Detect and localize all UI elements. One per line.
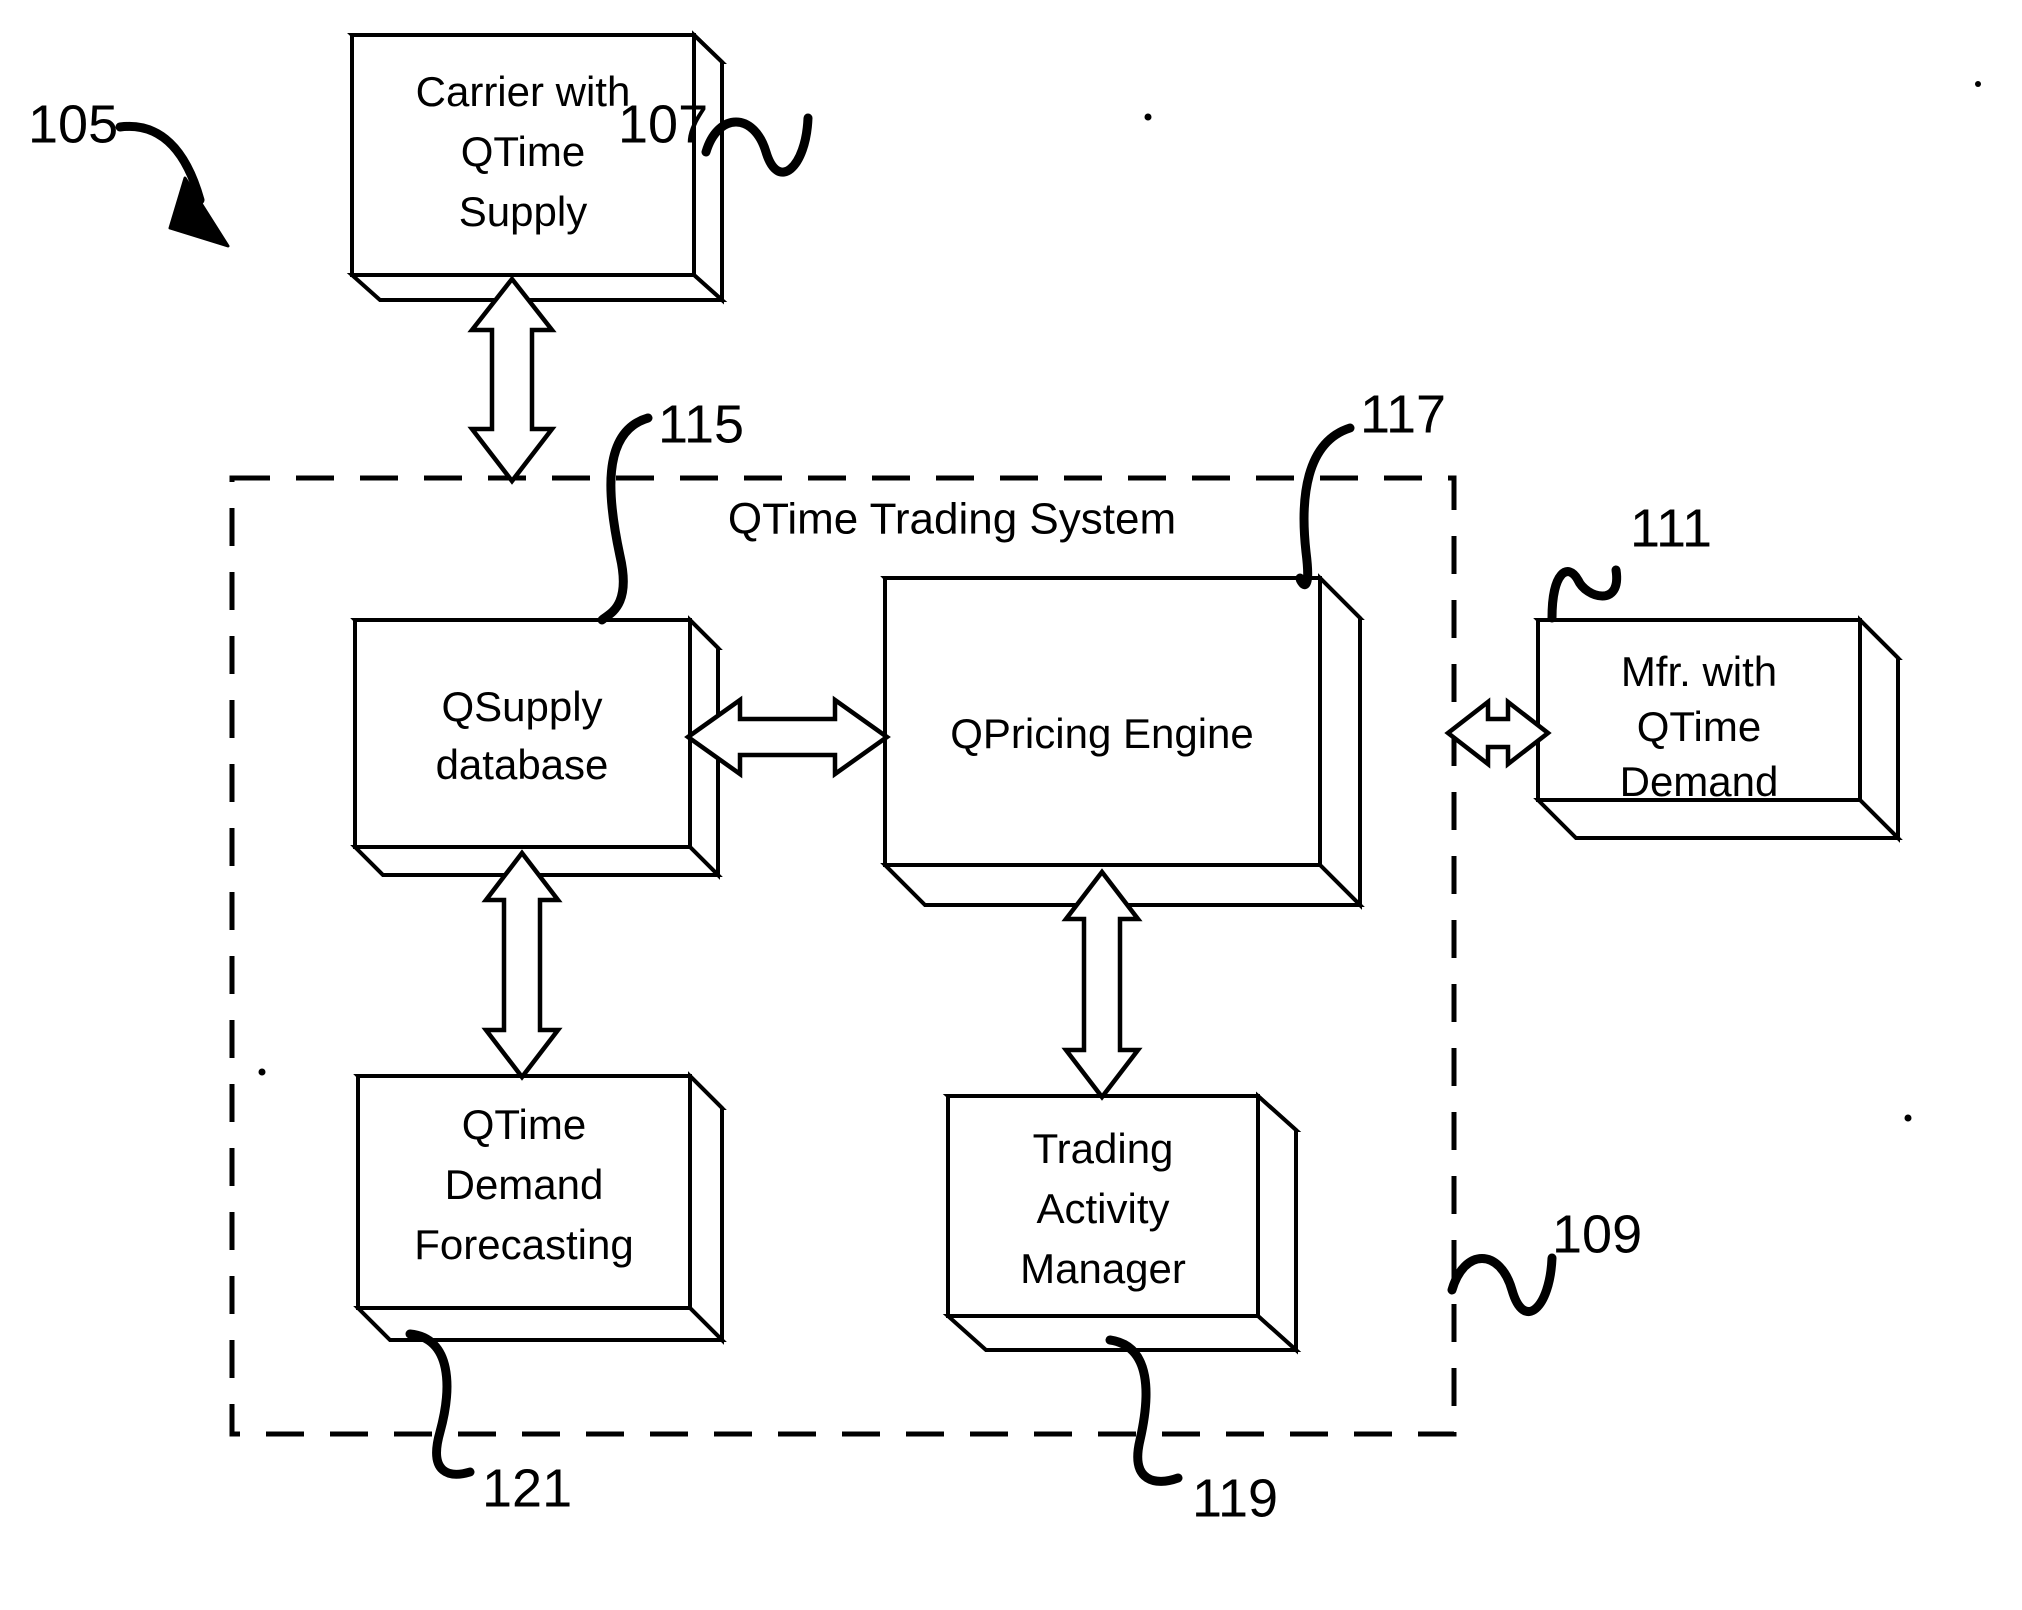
reference-105: 105	[28, 94, 230, 248]
diagram-canvas: QTime Trading System Carrier with QTime …	[28, 30, 1981, 1528]
mfr-label-line-3: Demand	[1620, 758, 1779, 805]
forecasting-box-side	[688, 1071, 724, 1345]
reference-117: 117	[1295, 384, 1446, 590]
connector-trading-to-qpricing	[1061, 868, 1143, 1101]
ref-107-text: 107	[618, 94, 708, 154]
reference-109: 109	[1447, 1204, 1642, 1316]
scan-speck-4	[1975, 81, 1981, 87]
forecasting-qsupply-double-arrow	[481, 849, 563, 1081]
qsupply-label-line-2: database	[436, 741, 609, 788]
qsupply-label-line-1: QSupply	[441, 683, 602, 730]
node-trading-activity-manager: Trading Activity Manager	[942, 1091, 1302, 1355]
ref-115-text: 115	[658, 394, 744, 454]
mfr-box-bottom	[1533, 798, 1903, 840]
node-qsupply-database: QSupply database	[350, 615, 723, 880]
qpricing-label: QPricing Engine	[950, 710, 1254, 757]
forecasting-label-line-3: Forecasting	[414, 1221, 633, 1268]
carrier-label-line-2: QTime	[461, 128, 585, 175]
scan-speck-3	[1904, 1114, 1912, 1122]
ref-111-leader-squiggle	[1547, 565, 1622, 623]
carrier-label-line-1: Carrier with	[416, 68, 631, 115]
trading-label-line-1: Trading	[1033, 1125, 1174, 1172]
carrier-box-bottom	[346, 273, 728, 302]
qsupply-box-face	[353, 618, 692, 849]
ref-111-text: 111	[1630, 498, 1712, 558]
carrier-system-double-arrow	[467, 275, 557, 485]
ref-115-leader-curve	[597, 413, 653, 625]
trading-label-line-3: Manager	[1020, 1245, 1186, 1292]
ref-105-text: 105	[28, 94, 118, 154]
ref-119-leader-curve	[1105, 1335, 1183, 1486]
ref-109-text: 109	[1552, 1204, 1642, 1264]
trading-qpricing-double-arrow	[1061, 868, 1143, 1101]
ref-121-text: 121	[482, 1458, 572, 1518]
forecasting-label-line-1: QTime	[462, 1101, 586, 1148]
node-qpricing-engine: QPricing Engine	[880, 573, 1365, 910]
trading-label-line-2: Activity	[1036, 1185, 1169, 1232]
reference-115: 115	[597, 394, 744, 625]
node-mfr-with-qtime-demand: Mfr. with QTime Demand	[1533, 615, 1903, 843]
system-title: QTime Trading System	[728, 495, 1176, 544]
patent-figure: QTime Trading System Carrier with QTime …	[0, 0, 2022, 1610]
scan-speck-2	[258, 1068, 266, 1076]
mfr-label-line-1: Mfr. with	[1621, 648, 1777, 695]
reference-111: 111	[1547, 498, 1712, 623]
forecasting-label-line-2: Demand	[445, 1161, 604, 1208]
reference-121: 121	[405, 1329, 572, 1518]
ref-121-leader-curve	[405, 1329, 475, 1479]
ref-119-text: 119	[1192, 1468, 1278, 1528]
node-carrier-with-qtime-supply: Carrier with QTime Supply	[346, 30, 728, 305]
carrier-label-line-3: Supply	[459, 188, 587, 235]
connector-forecasting-to-qsupply	[481, 849, 563, 1081]
ref-117-text: 117	[1360, 384, 1446, 444]
connector-carrier-to-system	[467, 275, 557, 485]
scan-speck-1	[1144, 113, 1152, 121]
mfr-label-line-2: QTime	[1637, 703, 1761, 750]
ref-117-leader-curve	[1295, 423, 1355, 590]
connector-qpricing-to-mfr	[1444, 697, 1552, 769]
node-qtime-demand-forecasting: QTime Demand Forecasting	[353, 1071, 727, 1345]
trading-box-side	[1256, 1091, 1298, 1355]
carrier-box-side	[692, 30, 724, 305]
qpricing-box-side	[1318, 573, 1362, 910]
ref-109-leader-squiggle	[1447, 1253, 1557, 1316]
qpricing-mfr-double-arrow	[1444, 697, 1552, 769]
